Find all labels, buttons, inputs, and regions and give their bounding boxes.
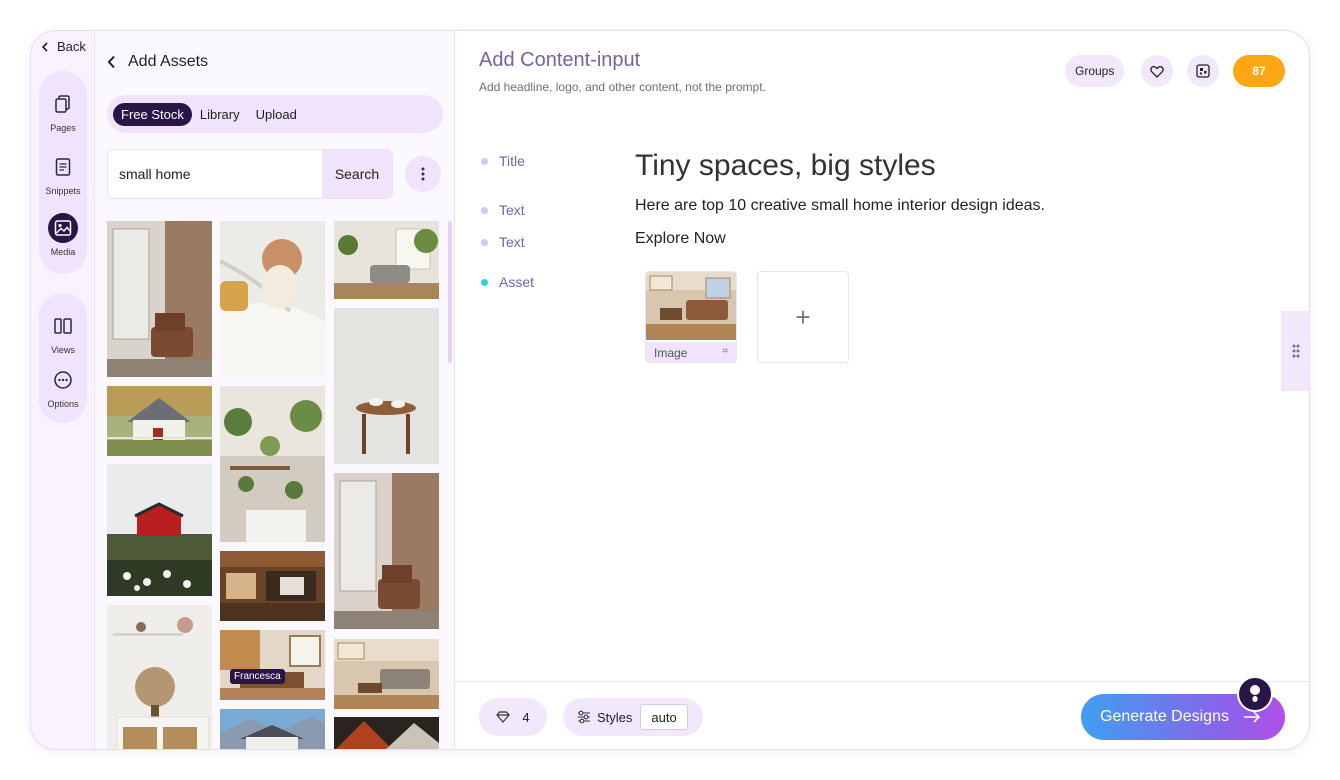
stock-image[interactable] (220, 221, 325, 377)
stock-image[interactable] (107, 605, 212, 749)
field-label-asset[interactable]: Asset (481, 274, 534, 290)
rail-item-snippets[interactable]: Snippets (39, 152, 87, 196)
page-subtitle: Add headline, logo, and other content, n… (479, 80, 766, 94)
field-dot (481, 206, 488, 214)
plus-icon: + (795, 301, 811, 332)
assets-panel: Add Assets Free Stock Library Upload Sea… (95, 31, 455, 749)
stock-image[interactable] (107, 221, 212, 377)
asset-source-tabs: Free Stock Library Upload (107, 95, 443, 133)
stock-image-grid: Francesca (107, 221, 443, 749)
more-options-button[interactable] (405, 156, 441, 192)
stock-image[interactable] (220, 709, 325, 749)
field-label-text-1[interactable]: Text (481, 202, 525, 218)
back-button[interactable]: Back (41, 39, 86, 54)
palette-icon (1196, 64, 1210, 78)
more-circle-icon (48, 365, 78, 395)
generate-label: Generate Designs (1100, 708, 1229, 725)
add-asset-button[interactable]: + (757, 271, 849, 363)
rail-item-views[interactable]: Views (39, 311, 87, 355)
chevron-left-icon (41, 41, 48, 52)
stock-image[interactable] (334, 717, 439, 749)
arrow-right-icon (1243, 711, 1261, 723)
more-vertical-icon (421, 167, 425, 181)
field-label-text-2[interactable]: Text (481, 234, 525, 250)
brand-kit-button[interactable] (1187, 55, 1219, 87)
styles-label: Styles (597, 709, 633, 725)
design-count: 4 (522, 709, 530, 725)
rail-item-media[interactable]: Media (39, 213, 87, 257)
assistant-button[interactable] (1237, 676, 1273, 712)
field-label-text: Text (499, 234, 525, 250)
copy-icon (48, 89, 78, 119)
asset-grid-scrollbar[interactable] (448, 221, 452, 363)
credits-badge[interactable]: 87 (1233, 55, 1285, 87)
rail-item-options[interactable]: Options (39, 365, 87, 409)
field-label-text: Asset (499, 274, 535, 290)
styles-selector[interactable]: Styles auto (563, 698, 703, 736)
assistant-icon (1250, 685, 1260, 702)
field-label-title[interactable]: Title (481, 153, 525, 169)
title-field-value[interactable]: Tiny spaces, big styles (635, 149, 936, 183)
text-field-value-1[interactable]: Here are top 10 creative small home inte… (635, 197, 1045, 215)
heart-icon (1150, 65, 1164, 78)
rail-item-label: Options (47, 399, 79, 409)
stock-image[interactable] (334, 308, 439, 464)
rail-item-label: Views (51, 345, 75, 355)
rail-item-label: Media (50, 247, 76, 257)
crop-icon[interactable]: ⌗ (722, 346, 728, 357)
search-input[interactable] (108, 150, 322, 198)
stock-image[interactable] (107, 464, 212, 596)
grip-vertical-icon (1292, 344, 1300, 358)
tab-upload[interactable]: Upload (248, 103, 305, 126)
design-count-selector[interactable]: 4 (479, 698, 547, 736)
stock-image[interactable] (334, 221, 439, 299)
styles-value[interactable]: auto (640, 704, 688, 730)
text-field-value-2[interactable]: Explore Now (635, 230, 726, 248)
stock-image[interactable] (220, 551, 325, 621)
tab-library[interactable]: Library (192, 103, 248, 126)
back-label: Back (57, 39, 86, 54)
page-title: Add Content-input (479, 49, 641, 71)
diamond-icon (496, 711, 511, 723)
stock-image[interactable] (220, 386, 325, 542)
image-icon (48, 213, 78, 243)
field-label-text: Text (499, 202, 525, 218)
document-icon (48, 152, 78, 182)
asset-thumbnail (646, 272, 736, 340)
chevron-left-icon[interactable] (107, 55, 116, 69)
content-editor: Add Content-input Add headline, logo, an… (455, 31, 1309, 749)
search-button[interactable]: Search (322, 150, 392, 198)
asset-image-card[interactable]: Image ⌗ (645, 271, 737, 363)
rail-item-pages[interactable]: Pages (39, 89, 87, 133)
rail-group-primary: Pages Snippets Media (39, 71, 87, 274)
editor-footer: 4 Styles auto Generate Designs (455, 676, 1309, 749)
stock-image[interactable]: Francesca (220, 630, 325, 700)
rail-group-secondary: Views Options (39, 293, 87, 423)
stock-image[interactable] (107, 386, 212, 456)
field-dot (481, 157, 488, 165)
sliders-icon (578, 710, 590, 724)
author-tooltip: Francesca (230, 669, 285, 684)
app-window: Back Pages Snippets Media Views Options … (30, 30, 1310, 750)
field-label-text: Title (499, 153, 525, 169)
assets-panel-header: Add Assets (107, 53, 208, 71)
stock-image[interactable] (334, 639, 439, 709)
favorite-button[interactable] (1141, 55, 1173, 87)
columns-icon (48, 311, 78, 341)
search-box: Search (107, 149, 393, 199)
rail-item-label: Snippets (45, 186, 81, 196)
groups-button[interactable]: Groups (1065, 55, 1125, 87)
field-dot (481, 238, 488, 246)
drag-handle[interactable] (1281, 311, 1309, 391)
rail-item-label: Pages (50, 123, 76, 133)
icon-rail: Back Pages Snippets Media Views Options (31, 31, 95, 749)
field-dot (481, 278, 488, 286)
tab-free-stock[interactable]: Free Stock (113, 102, 192, 126)
assets-panel-title: Add Assets (128, 53, 209, 70)
stock-image[interactable] (334, 473, 439, 629)
